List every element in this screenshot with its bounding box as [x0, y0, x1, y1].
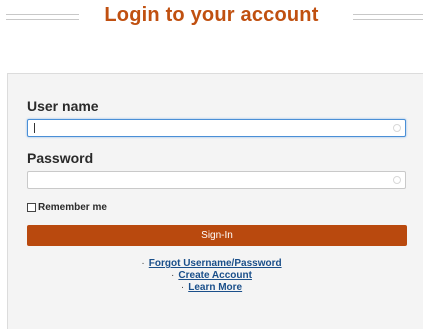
- list-item: · Forgot Username/Password: [0, 258, 423, 270]
- field-indicator-icon: [393, 124, 401, 132]
- username-input[interactable]: [28, 122, 392, 138]
- username-label: User name: [27, 98, 99, 114]
- remember-me[interactable]: Remember me: [27, 202, 107, 213]
- bullet-icon: ·: [171, 270, 175, 281]
- list-item: · Create Account: [0, 270, 423, 282]
- field-indicator-icon: [393, 176, 401, 184]
- password-field[interactable]: [27, 171, 406, 190]
- bullet-icon: ·: [141, 258, 145, 269]
- title-rule-right: [353, 14, 423, 20]
- list-item: · Learn More: [0, 282, 423, 294]
- username-field[interactable]: [27, 119, 406, 138]
- password-input[interactable]: [28, 174, 392, 190]
- help-links: · Forgot Username/Password · Create Accoun…: [0, 258, 423, 294]
- remember-label: Remember me: [38, 202, 107, 213]
- forgot-link[interactable]: Forgot Username/Password: [149, 258, 282, 269]
- text-caret: [34, 123, 35, 133]
- bullet-icon: ·: [180, 282, 185, 293]
- learn-more-link[interactable]: Learn More: [188, 282, 242, 293]
- remember-checkbox[interactable]: [27, 203, 36, 212]
- signin-button[interactable]: Sign-In: [27, 225, 407, 246]
- create-account-link[interactable]: Create Account: [178, 270, 252, 281]
- title-row: Login to your account: [0, 0, 423, 36]
- password-label: Password: [27, 150, 94, 166]
